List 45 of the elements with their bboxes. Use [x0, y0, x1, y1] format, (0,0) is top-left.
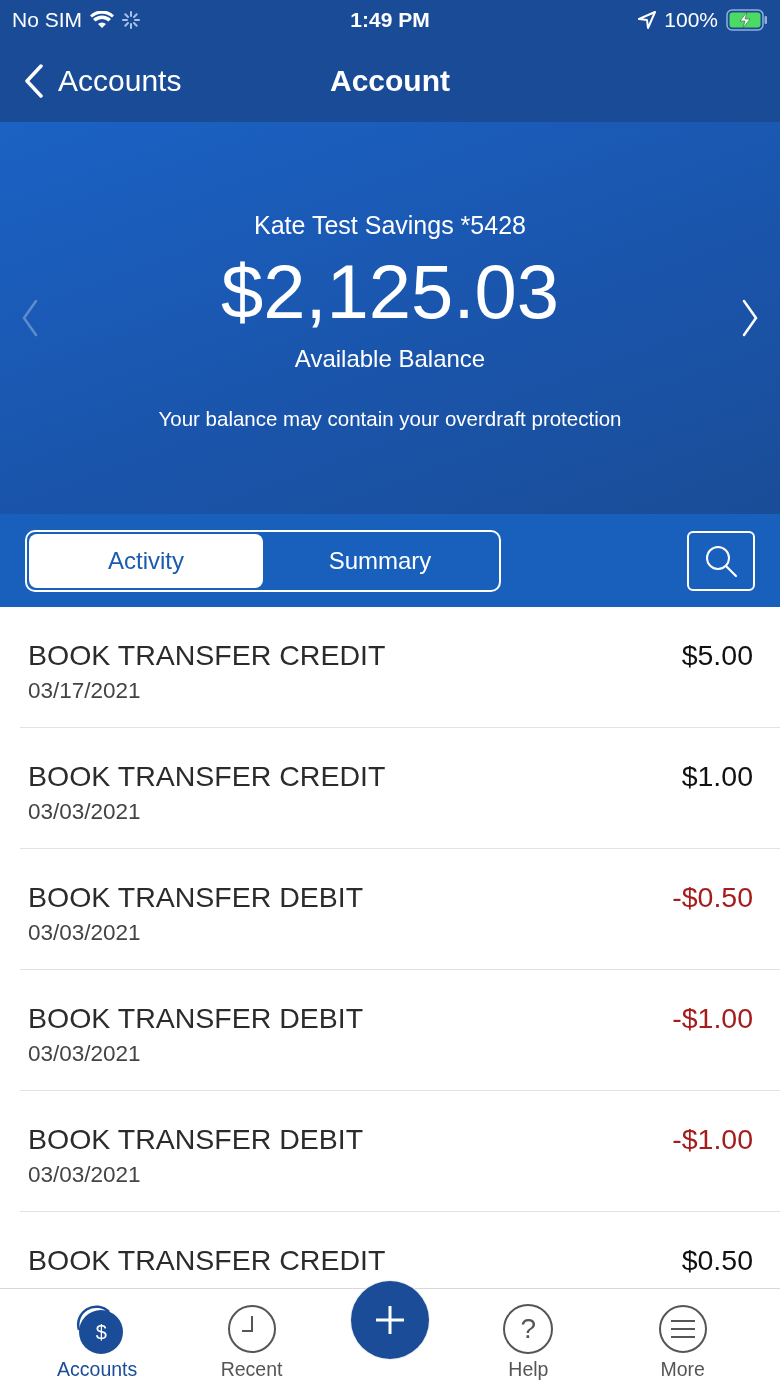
chevron-right-icon	[741, 298, 759, 337]
clock-text: 1:49 PM	[350, 8, 430, 32]
transaction-date: 03/03/2021	[28, 1162, 142, 1189]
transaction-amount: -$1.00	[672, 1002, 753, 1036]
transaction-title: BOOK TRANSFER CREDIT	[28, 1244, 386, 1278]
overdraft-note: Your balance may contain your overdraft protection	[158, 406, 622, 431]
transaction-date: 03/03/2021	[28, 799, 142, 826]
transaction-amount: -$1.00	[672, 1123, 753, 1157]
balance-label: Available Balance	[294, 344, 486, 373]
location-icon	[638, 11, 657, 29]
segment-tab[interactable]: Summary	[263, 533, 497, 588]
plus-icon	[373, 1303, 406, 1336]
menu-icon	[657, 1304, 708, 1354]
transaction-date: 03/17/2021	[28, 678, 142, 705]
carrier-text: No SIM	[12, 8, 82, 32]
transaction-title: BOOK TRANSFER DEBIT	[28, 1123, 364, 1157]
transaction-amount: $0.50	[681, 1244, 753, 1278]
transaction-amount: -$0.50	[672, 881, 753, 915]
balance-amount: $2,125.03	[220, 247, 560, 335]
back-label: Accounts	[58, 64, 182, 98]
spinner-icon	[122, 11, 140, 29]
help-icon: ?	[503, 1304, 554, 1354]
account-name: Kate Test Savings *5428	[254, 210, 526, 240]
tab-item[interactable]: Recent	[196, 1304, 307, 1381]
screen-title: Account	[330, 64, 450, 98]
clock-icon	[226, 1304, 277, 1354]
transaction-date: 03/03/2021	[28, 1041, 142, 1068]
chevron-left-icon	[24, 64, 44, 98]
search-button[interactable]	[687, 530, 755, 591]
battery-percent: 100%	[664, 8, 718, 32]
transaction-title: BOOK TRANSFER CREDIT	[28, 639, 386, 673]
tab-item[interactable]: ? Help	[473, 1304, 584, 1381]
tab-item[interactable]: More	[627, 1304, 738, 1381]
transaction-title: BOOK TRANSFER CREDIT	[28, 760, 386, 794]
chevron-left-icon	[21, 298, 39, 337]
tab-item[interactable]: $ Accounts	[42, 1304, 153, 1381]
transaction-amount: $1.00	[681, 760, 753, 794]
transaction-title: BOOK TRANSFER DEBIT	[28, 1002, 364, 1036]
transaction-date: 03/03/2021	[28, 920, 142, 947]
battery-charging-icon	[726, 9, 768, 31]
segment-tab[interactable]: Activity	[29, 533, 263, 588]
back-button[interactable]: Accounts	[0, 64, 182, 98]
transaction-title: BOOK TRANSFER DEBIT	[28, 881, 364, 915]
transaction-amount: $5.00	[681, 639, 753, 673]
wifi-icon	[90, 11, 114, 29]
